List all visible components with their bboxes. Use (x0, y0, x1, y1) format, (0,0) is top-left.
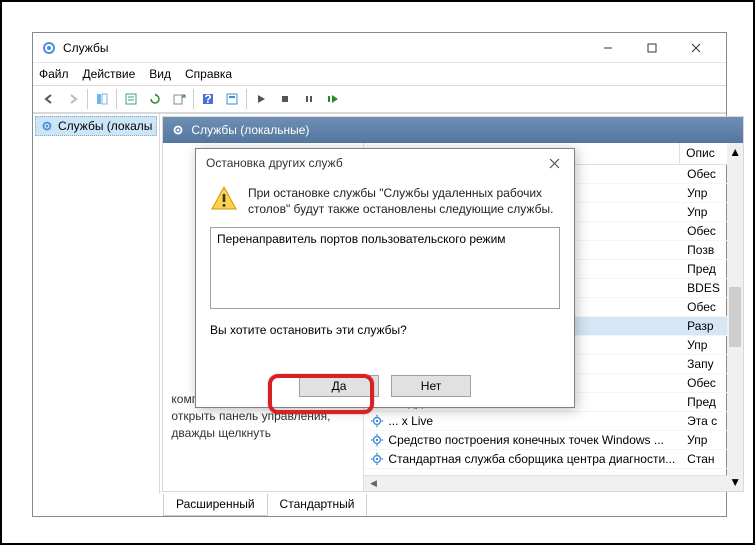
menu-action[interactable]: Действие (83, 67, 136, 81)
table-row[interactable]: Стандартная служба сборщика центра диагн… (364, 450, 743, 469)
main-header: Службы (локальные) (163, 117, 743, 143)
list-item[interactable]: Перенаправитель портов пользовательского… (217, 232, 553, 246)
nav-forward-button[interactable] (61, 87, 85, 111)
toolbar-separator (193, 89, 194, 109)
minimize-button[interactable] (586, 33, 630, 63)
toolbar-separator (87, 89, 88, 109)
col-desc[interactable]: Опис (680, 143, 730, 164)
service-desc: Пред (681, 261, 731, 277)
help-button[interactable]: ? (196, 87, 220, 111)
service-name: Средство построения конечных точек Windo… (388, 433, 663, 447)
service-desc: Упр (681, 204, 731, 220)
toolbar-separator (116, 89, 117, 109)
view-tabs: Расширенный Стандартный (33, 494, 726, 516)
service-desc: Позв (681, 242, 731, 258)
tree-root-label: Службы (локалы (58, 119, 152, 133)
tree-root-item[interactable]: Службы (локалы (35, 116, 157, 136)
dialog-buttons: Да Нет (196, 365, 574, 407)
scroll-left-icon[interactable]: ◀ (366, 477, 380, 491)
window-title: Службы (63, 41, 586, 55)
refresh-button[interactable] (143, 87, 167, 111)
service-desc: Пред (681, 394, 731, 410)
dialog-question: Вы хотите остановить эти службы? (210, 323, 560, 337)
warning-icon (210, 185, 238, 213)
service-desc: Запу (681, 356, 731, 372)
svg-text:?: ? (204, 92, 211, 106)
menu-view[interactable]: Вид (149, 67, 171, 81)
dialog-message: При остановке службы "Службы удаленных р… (248, 185, 560, 217)
dialog-body: При остановке службы "Службы удаленных р… (196, 177, 574, 365)
service-desc: Обес (681, 223, 731, 239)
close-button[interactable] (674, 33, 718, 63)
service-desc: Эта с (681, 413, 731, 429)
tree-pane[interactable]: Службы (локалы (33, 114, 160, 494)
vertical-scrollbar[interactable]: ▲ ▼ (727, 143, 743, 491)
maximize-button[interactable] (630, 33, 674, 63)
tab-standard[interactable]: Стандартный (267, 494, 368, 516)
yes-button[interactable]: Да (299, 375, 379, 397)
horizontal-scrollbar[interactable]: ◀ ▶ (364, 475, 743, 491)
service-desc: Обес (681, 375, 731, 391)
service-name: ... x Live (388, 414, 433, 428)
menu-help[interactable]: Справка (185, 67, 232, 81)
scroll-thumb[interactable] (729, 287, 741, 347)
gear-icon (370, 452, 384, 466)
service-desc: Упр (681, 185, 731, 201)
toolbar: ? (33, 85, 726, 113)
restart-service-button[interactable] (321, 87, 345, 111)
service-desc: Разр (681, 318, 731, 334)
app-icon (41, 40, 57, 56)
service-desc: Обес (681, 166, 731, 182)
scroll-up-icon[interactable]: ▲ (729, 145, 741, 159)
service-desc: Упр (681, 337, 731, 353)
properties-button[interactable] (119, 87, 143, 111)
gear-icon (40, 119, 54, 133)
pause-service-button[interactable] (297, 87, 321, 111)
show-tree-button[interactable] (90, 87, 114, 111)
stop-service-button[interactable] (273, 87, 297, 111)
menubar: Файл Действие Вид Справка (33, 63, 726, 85)
table-row[interactable]: Средство построения конечных точек Windo… (364, 431, 743, 450)
export-button[interactable] (167, 87, 191, 111)
table-row[interactable]: ... x Live Эта с (364, 412, 743, 431)
scroll-down-icon[interactable]: ▼ (729, 475, 741, 489)
stop-services-dialog: Остановка других служб При остановке слу… (195, 148, 575, 408)
menu-file[interactable]: Файл (39, 67, 69, 81)
gear-icon (370, 414, 384, 428)
nav-back-button[interactable] (37, 87, 61, 111)
service-name: Стандартная служба сборщика центра диагн… (388, 452, 675, 466)
gear-icon (171, 123, 185, 137)
service-desc: Стан (681, 451, 731, 467)
no-button[interactable]: Нет (391, 375, 471, 397)
service-desc: Обес (681, 299, 731, 315)
toolbar-separator (246, 89, 247, 109)
dialog-close-button[interactable] (538, 151, 570, 175)
start-service-button[interactable] (249, 87, 273, 111)
service-desc: BDES (681, 280, 731, 296)
main-header-title: Службы (локальные) (191, 123, 309, 137)
help-topic-button[interactable] (220, 87, 244, 111)
titlebar[interactable]: Службы (33, 33, 726, 63)
service-desc: Упр (681, 432, 731, 448)
dependent-services-list[interactable]: Перенаправитель портов пользовательского… (210, 227, 560, 309)
gear-icon (370, 433, 384, 447)
tab-extended[interactable]: Расширенный (163, 494, 268, 516)
dialog-title[interactable]: Остановка других служб (196, 149, 574, 177)
